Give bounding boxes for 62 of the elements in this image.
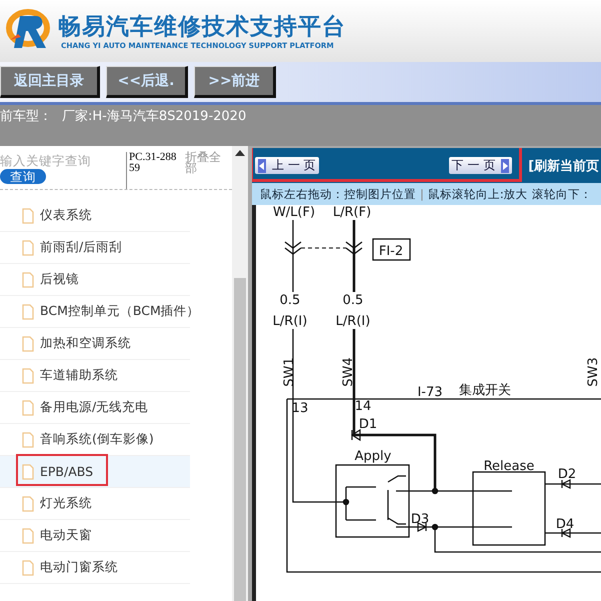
tree-item[interactable]: 备用电源/无线充电 bbox=[0, 392, 190, 424]
tree-item[interactable]: 后视镜 bbox=[0, 264, 190, 296]
document-icon bbox=[22, 208, 34, 224]
diagram-label: 0.5 bbox=[342, 293, 364, 308]
next-page-button[interactable]: 下 一 页 bbox=[448, 157, 512, 174]
separator: | bbox=[420, 187, 424, 201]
model-code: PC.31-28859 bbox=[126, 152, 181, 189]
diagram-label: SW3 bbox=[586, 357, 601, 387]
diagram-label: D3 bbox=[410, 512, 430, 527]
right-arrow-icon bbox=[501, 158, 510, 172]
tree-item[interactable]: 加热和空调系统 bbox=[0, 328, 190, 360]
hint-text: 滚轮向下： bbox=[532, 186, 592, 202]
nav-button[interactable]: 返回主目录 bbox=[0, 66, 100, 98]
previous-page-button[interactable]: 上 一 页 bbox=[255, 157, 319, 174]
diagram-label: L/R(I) bbox=[336, 314, 370, 329]
tree-item[interactable]: EPB/ABS bbox=[0, 456, 190, 488]
diagram-label: 14 bbox=[354, 399, 372, 414]
diagram-label: 集成开关 bbox=[459, 383, 511, 398]
tree-item[interactable]: 车道辅助系统 bbox=[0, 360, 190, 392]
hint-text: 鼠标滚轮向上:放大 bbox=[428, 186, 528, 202]
diagram-label: 13 bbox=[292, 401, 308, 416]
nav-button[interactable]: >>前进 bbox=[194, 66, 276, 98]
document-icon bbox=[22, 496, 34, 512]
diagram-label: I-73 bbox=[417, 385, 443, 400]
diagram-label: Release bbox=[484, 459, 534, 474]
document-icon bbox=[22, 400, 34, 416]
scroll-up-icon[interactable] bbox=[235, 150, 245, 156]
diagram-label: FI-2 bbox=[378, 244, 404, 259]
scroll-thumb[interactable] bbox=[234, 278, 246, 601]
document-icon bbox=[22, 272, 34, 288]
vehicle-label: 前车型： bbox=[0, 109, 52, 124]
scrollbar[interactable] bbox=[232, 146, 248, 601]
document-icon bbox=[22, 432, 34, 448]
nav-button[interactable]: <<后退. bbox=[106, 66, 188, 98]
document-icon bbox=[22, 560, 34, 576]
left-arrow-icon bbox=[258, 158, 266, 172]
tree-item[interactable]: 前雨刮/后雨刮 bbox=[0, 232, 190, 264]
diagram-label: D1 bbox=[358, 417, 378, 432]
document-icon bbox=[22, 336, 34, 352]
document-icon bbox=[22, 368, 34, 384]
site-title: 畅易汽车维修技术支持平台 bbox=[58, 12, 346, 40]
tree-item[interactable]: 灯光系统 bbox=[0, 488, 190, 520]
document-icon bbox=[22, 240, 34, 256]
document-icon bbox=[22, 304, 34, 320]
search-button[interactable]: 查询 bbox=[0, 169, 46, 184]
document-icon bbox=[22, 528, 34, 544]
diagram-label: Apply bbox=[354, 449, 392, 464]
refresh-link[interactable]: [刷新当前页 bbox=[528, 156, 600, 174]
vehicle-model: 厂家:H-海马汽车8S2019-2020 bbox=[62, 109, 246, 124]
tree-item[interactable]: 仪表系统 bbox=[0, 200, 190, 232]
tree-item[interactable]: 电动天窗 bbox=[0, 520, 190, 552]
tree-item[interactable]: BCM控制单元（BCM插件） bbox=[0, 296, 190, 328]
document-icon bbox=[22, 464, 34, 480]
tree-item[interactable]: 电动门窗系统 bbox=[0, 552, 190, 584]
diagram-label: D2 bbox=[558, 467, 576, 482]
diagram-label: D4 bbox=[556, 517, 574, 532]
diagram-label: SW4 bbox=[341, 357, 356, 387]
hint-text: 鼠标左右拖动：控制图片位置 bbox=[260, 186, 416, 202]
diagram-label: L/R(F) bbox=[332, 205, 372, 220]
diagram-label: L/R(I) bbox=[272, 314, 308, 329]
diagram-label: W/L(F) bbox=[272, 205, 316, 220]
diagram-label: 0.5 bbox=[280, 293, 300, 308]
